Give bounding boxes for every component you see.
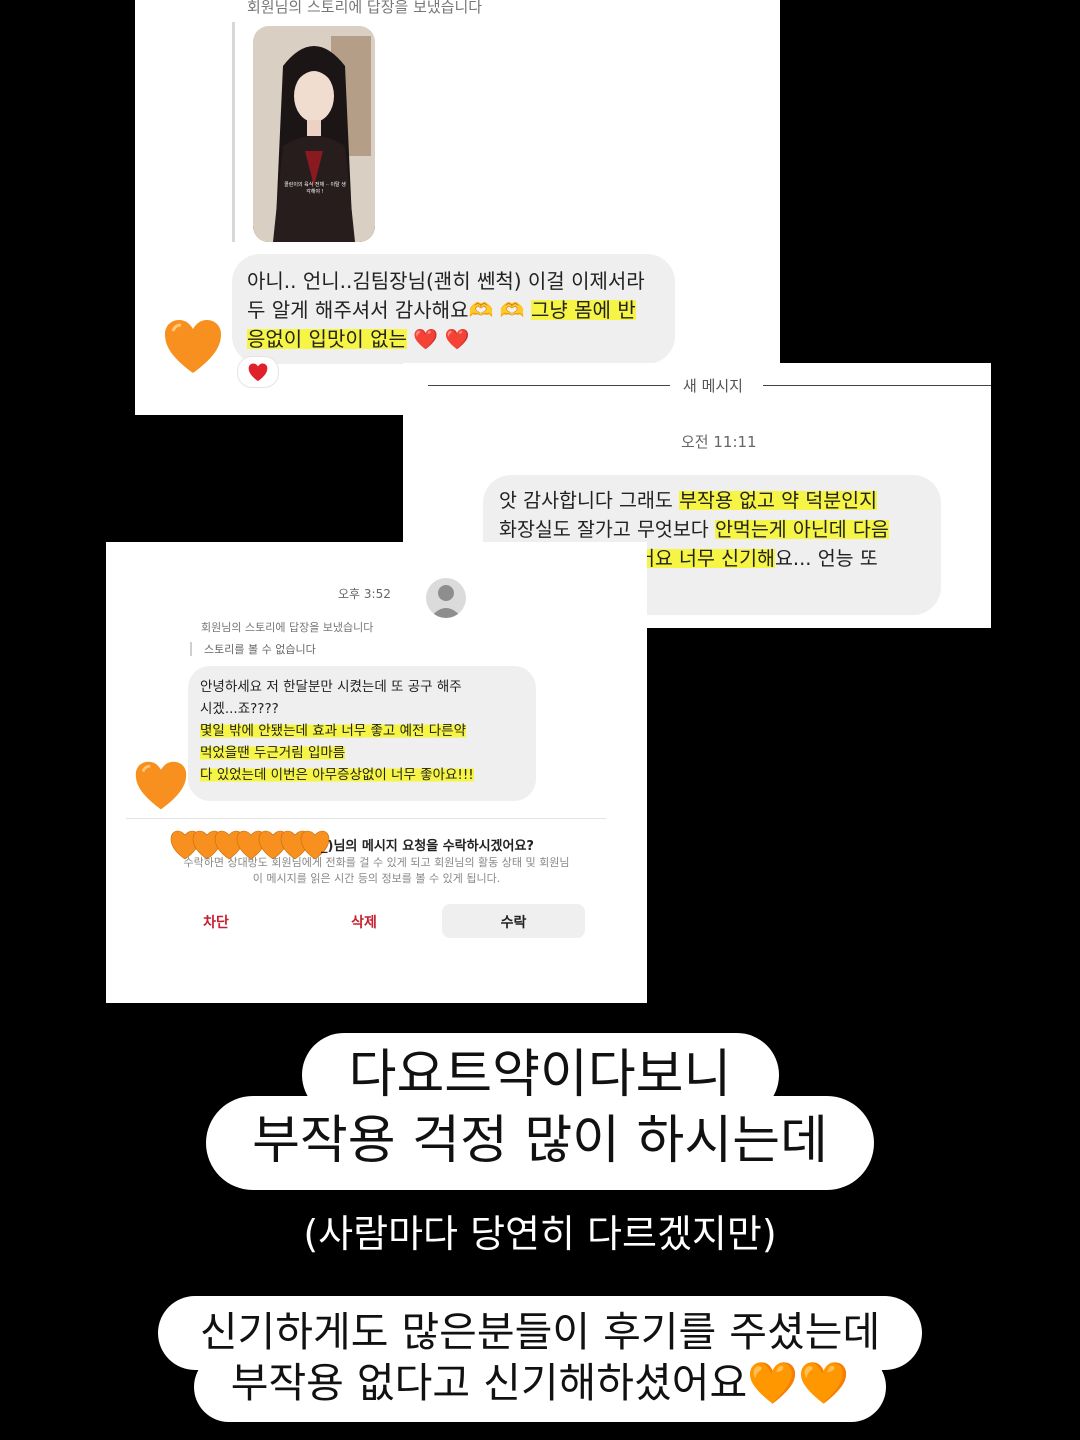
dm-card-message-request: 오후 3:52 회원님의 스토리에 답장을 보냈습니다 스토리를 볼 수 없습니… [106, 542, 647, 1003]
new-message-divider-label: 새 메시지 [683, 377, 743, 395]
red-heart-icon [248, 363, 268, 382]
story-reply-label: 회원님의 스토리에 답장을 보냈습니다 [201, 621, 374, 634]
request-desc-line: 수락하면 상대방도 회원님에게 전화를 걸 수 있게 되고 회원님의 활동 상태… [183, 856, 570, 869]
reply-quote-bar [190, 642, 192, 656]
request-title: _)님의 메시지 요청을 수락하시겠어요? [321, 839, 534, 854]
highlighted-text: 부작용 없고 약 덕분인지 [679, 489, 878, 512]
message-time: 오전 11:11 [681, 433, 757, 451]
orange-heart-icon [163, 318, 223, 376]
highlighted-text: 응없이 입맛이 없는 [247, 327, 407, 351]
message-text: 안녕하세요 저 한달분만 시켰는데 또 공구 해주 [200, 679, 462, 695]
story-reply-label: 회원님의 스토리에 답장을 보냈습니다 [247, 0, 483, 16]
message-line-1: 아니.. 언니..김팀장님(괜히 쎈척) 이걸 이제서라 [247, 269, 645, 293]
caption-line-5: 부작용 없다고 신기해하셨어요🧡🧡 [230, 1359, 850, 1407]
highlighted-text: 그냥 몸에 반 [531, 298, 636, 322]
message-text: 시겠...죠???? [200, 701, 279, 717]
message-bubble: 아니.. 언니..김팀장님(괜히 쎈척) 이걸 이제서라 두 알게 해주셔서 감… [232, 254, 675, 364]
request-desc-line: 이 메시지를 읽은 시간 등의 정보를 볼 수 있게 됩니다. [252, 872, 501, 885]
message-text: 화장실도 잘가고 무엇보다 [499, 518, 715, 541]
avatar[interactable] [426, 578, 466, 618]
highlighted-text: 몇일 밖에 안됐는데 효과 너무 좋고 예전 다른약 [200, 723, 467, 739]
highlighted-text: 먹었을땐 두근거림 입마름 [200, 745, 346, 761]
divider-right [763, 385, 991, 386]
caption-note: (사람마다 당연히 다르겠지만) [303, 1212, 777, 1256]
avatar-icon [430, 585, 462, 618]
caption-line-2: 부작용 걱정 많이 하시는데 [252, 1111, 828, 1171]
message-time: 오후 3:52 [338, 587, 391, 601]
delete-button[interactable]: 삭제 [324, 912, 404, 932]
story-portrait-image [253, 26, 375, 242]
message-line-3-emoji: ❤️ ❤️ [406, 327, 470, 351]
accept-button[interactable]: 수락 [442, 904, 585, 938]
divider-left [428, 385, 670, 386]
story-overlay-text: 콜린이의 육식 전체 ·· 이탈 생각해야 ! [284, 182, 346, 195]
message-text: 요... 언능 또 [774, 547, 878, 570]
highlighted-text: 안먹는게 아닌데 다음 [714, 518, 889, 541]
request-description: 수락하면 상대방도 회원님에게 전화를 걸 수 있게 되고 회원님의 활동 상태… [106, 855, 647, 887]
message-bubble: 안녕하세요 저 한달분만 시켰는데 또 공구 해주 시겠...죠???? 몇일 … [188, 666, 536, 801]
story-thumbnail[interactable]: 콜린이의 육식 전체 ·· 이탈 생각해야 ! [253, 26, 375, 242]
reaction-pill[interactable] [237, 356, 279, 388]
highlighted-text: 다 있었는데 이번은 아무증상없이 너무 좋아요!!! [200, 767, 474, 783]
accept-button-label: 수락 [500, 915, 527, 931]
caption-line-1: 다요트약이다보니 [348, 1045, 732, 1105]
block-button[interactable]: 차단 [176, 912, 256, 932]
caption-line-4: 신기하게도 많은분들이 후기를 주셨는데 [199, 1308, 881, 1356]
dm-card-story-reply: 회원님의 스토리에 답장을 보냈습니다 콜린이의 육식 전체 ·· 이탈 생각해… [135, 0, 780, 415]
story-unavailable-label: 스토리를 볼 수 없습니다 [204, 643, 316, 656]
reply-quote-bar [232, 22, 235, 242]
message-line-2: 두 알게 해주셔서 감사해요🫶 🫶 [247, 298, 531, 322]
divider [126, 818, 606, 819]
orange-heart-icon [134, 760, 188, 812]
message-text: 앗 감사합니다 그래도 [499, 489, 680, 512]
